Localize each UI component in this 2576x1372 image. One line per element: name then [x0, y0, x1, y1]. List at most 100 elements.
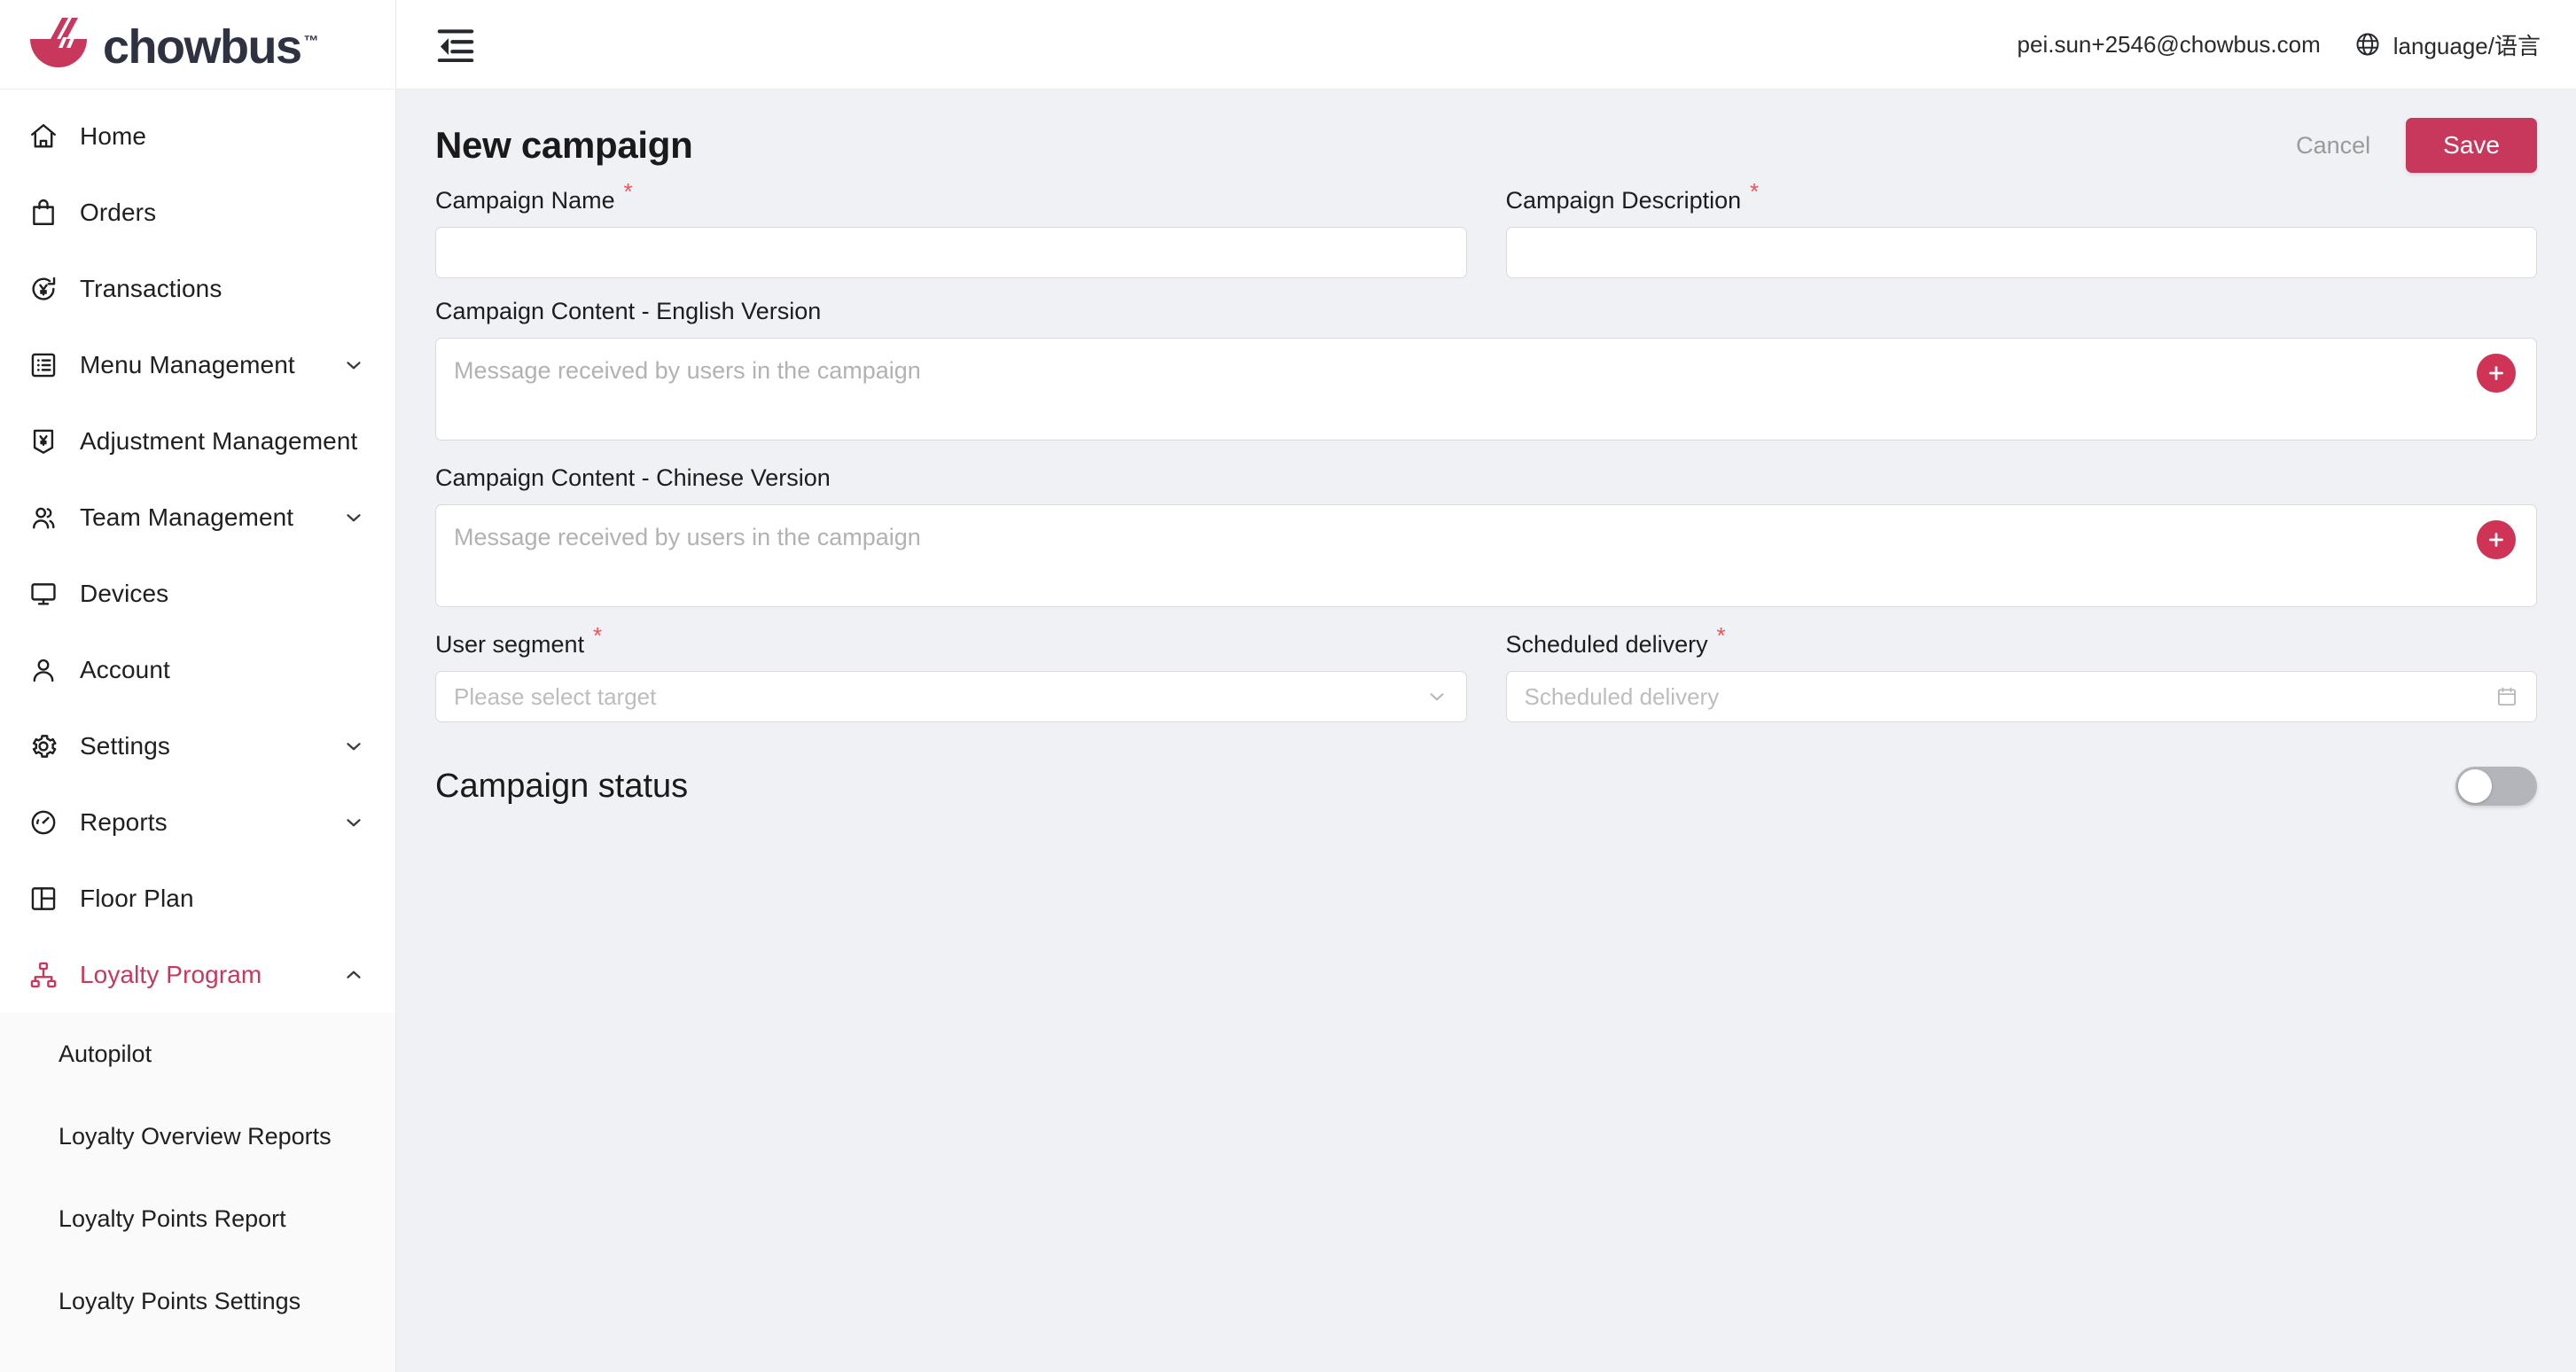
save-button[interactable]: Save: [2406, 118, 2537, 173]
receipt-yen-icon: [27, 425, 60, 458]
users-icon: [27, 501, 60, 534]
sidebar-item-adjustment-management[interactable]: Adjustment Management: [0, 403, 395, 479]
sidebar-item-label: Loyalty Program: [80, 961, 262, 988]
hierarchy-icon: [27, 958, 60, 992]
page-header: New campaign Cancel Save: [435, 90, 2537, 173]
sidebar-item-label: Menu Management: [80, 351, 295, 378]
scheduled-delivery-label-text: Scheduled delivery: [1505, 631, 1708, 658]
list-icon: [27, 348, 60, 382]
page-content: New campaign Cancel Save Campaign Name *: [396, 90, 2576, 1372]
chevron-down-icon[interactable]: [342, 354, 365, 377]
sidebar-subitem-loyalty-settings[interactable]: Loyalty Settings: [0, 1343, 395, 1372]
toggle-knob: [2458, 769, 2492, 803]
user-segment-field: User segment * Please select target: [435, 624, 1467, 722]
required-asterisk: *: [1750, 178, 1760, 205]
campaign-status-toggle[interactable]: [2455, 767, 2537, 806]
required-asterisk: *: [1716, 622, 1726, 649]
sidebar-subitem-autopilot[interactable]: Autopilot: [0, 1013, 395, 1095]
brand-header[interactable]: chowbus ™: [0, 0, 395, 90]
home-icon: [27, 120, 60, 153]
app-root: chowbus ™ Home Orders Transactions Menu …: [0, 0, 2576, 1372]
sidebar-subitem-loyalty-points-settings[interactable]: Loyalty Points Settings: [0, 1260, 395, 1343]
campaign-description-label: Campaign Description *: [1505, 180, 1760, 214]
campaign-description-field: Campaign Description *: [1505, 171, 2537, 278]
sidebar-item-label: Reports: [80, 808, 168, 836]
brand-trademark: ™: [303, 33, 319, 50]
menu-collapse-icon[interactable]: [435, 27, 476, 62]
sidebar-item-team-management[interactable]: Team Management: [0, 479, 395, 556]
bowl-logo-icon: [27, 18, 90, 71]
campaign-name-input[interactable]: [435, 227, 1467, 278]
language-label: language/语言: [2393, 32, 2541, 59]
sidebar-item-loyalty-program[interactable]: Loyalty Program: [0, 937, 395, 1013]
campaign-description-label-text: Campaign Description: [1505, 187, 1742, 214]
scheduled-delivery-field: Scheduled delivery * Scheduled delivery: [1505, 624, 2537, 722]
sidebar-item-orders[interactable]: Orders: [0, 175, 395, 251]
campaign-content-chinese-textarea[interactable]: [435, 504, 2537, 607]
user-segment-label-text: User segment: [435, 631, 585, 658]
topbar: pei.sun+2546@chowbus.com language/语言: [396, 0, 2576, 90]
campaign-description-input[interactable]: [1505, 227, 2537, 278]
sidebar-item-reports[interactable]: Reports: [0, 784, 395, 861]
campaign-content-chinese-wrap: [435, 504, 2537, 612]
plus-icon: [2486, 529, 2507, 550]
calendar-icon: [2495, 685, 2518, 708]
campaign-status-label: Campaign status: [435, 767, 689, 805]
sidebar-item-transactions[interactable]: Transactions: [0, 251, 395, 327]
sidebar-item-label: Account: [80, 656, 170, 683]
sidebar-item-label: Settings: [80, 732, 170, 760]
chevron-down-icon[interactable]: [342, 506, 365, 529]
currency-refresh-icon: [27, 272, 60, 306]
sidebar-item-label: Team Management: [80, 503, 294, 531]
chevron-down-icon[interactable]: [342, 811, 365, 834]
add-english-content-button[interactable]: [2477, 354, 2516, 393]
page-title: New campaign: [435, 124, 693, 166]
campaign-name-label-text: Campaign Name: [435, 187, 615, 214]
chevron-up-icon[interactable]: [342, 963, 365, 986]
sidebar-item-label: Devices: [80, 580, 169, 607]
user-segment-placeholder: Please select target: [454, 682, 657, 710]
brand-wordmark: chowbus ™: [103, 20, 319, 74]
chevron-down-icon[interactable]: [342, 735, 365, 758]
language-switcher[interactable]: language/语言: [2354, 28, 2541, 61]
sidebar-item-menu-management[interactable]: Menu Management: [0, 327, 395, 403]
sidebar-subitem-loyalty-points-report[interactable]: Loyalty Points Report: [0, 1178, 395, 1260]
monitor-icon: [27, 577, 60, 611]
main-area: pei.sun+2546@chowbus.com language/语言 New…: [396, 0, 2576, 1372]
sidebar-item-label: Home: [80, 122, 147, 150]
scheduled-delivery-picker[interactable]: Scheduled delivery: [1505, 671, 2537, 722]
user-segment-select[interactable]: Please select target: [435, 671, 1467, 722]
sidebar-item-account[interactable]: Account: [0, 632, 395, 708]
campaign-content-english-textarea[interactable]: [435, 338, 2537, 440]
sidebar-item-label: Adjustment Management: [80, 427, 358, 455]
campaign-name-label: Campaign Name *: [435, 180, 633, 214]
campaign-content-english-field: Campaign Content - English Version: [435, 298, 2537, 445]
sidebar-nav: Home Orders Transactions Menu Management: [0, 90, 395, 1372]
user-email[interactable]: pei.sun+2546@chowbus.com: [2018, 31, 2321, 58]
scheduled-delivery-placeholder: Scheduled delivery: [1524, 682, 1720, 710]
loyalty-program-submenu: Autopilot Loyalty Overview Reports Loyal…: [0, 1013, 395, 1372]
chevron-down-icon: [1425, 685, 1448, 708]
campaign-content-english-wrap: [435, 338, 2537, 445]
user-segment-label: User segment *: [435, 624, 602, 659]
sidebar-item-home[interactable]: Home: [0, 98, 395, 175]
required-asterisk: *: [623, 178, 633, 205]
scheduled-delivery-label: Scheduled delivery *: [1505, 624, 1726, 659]
cancel-button[interactable]: Cancel: [2291, 123, 2376, 168]
campaign-name-field: Campaign Name *: [435, 171, 1467, 278]
sidebar-item-label: Orders: [80, 199, 157, 226]
sidebar-subitem-loyalty-overview-reports[interactable]: Loyalty Overview Reports: [0, 1095, 395, 1178]
layout-icon: [27, 882, 60, 916]
bag-icon: [27, 196, 60, 230]
brand-name: chowbus: [103, 20, 302, 74]
sidebar-item-floor-plan[interactable]: Floor Plan: [0, 861, 395, 937]
campaign-content-chinese-field: Campaign Content - Chinese Version: [435, 464, 2537, 612]
add-chinese-content-button[interactable]: [2477, 520, 2516, 559]
globe-icon: [2354, 31, 2381, 58]
sidebar-item-label: Floor Plan: [80, 885, 194, 912]
campaign-content-chinese-label: Campaign Content - Chinese Version: [435, 464, 831, 491]
sidebar: chowbus ™ Home Orders Transactions Menu …: [0, 0, 396, 1372]
sidebar-item-settings[interactable]: Settings: [0, 708, 395, 784]
required-asterisk: *: [592, 622, 603, 649]
sidebar-item-devices[interactable]: Devices: [0, 556, 395, 632]
